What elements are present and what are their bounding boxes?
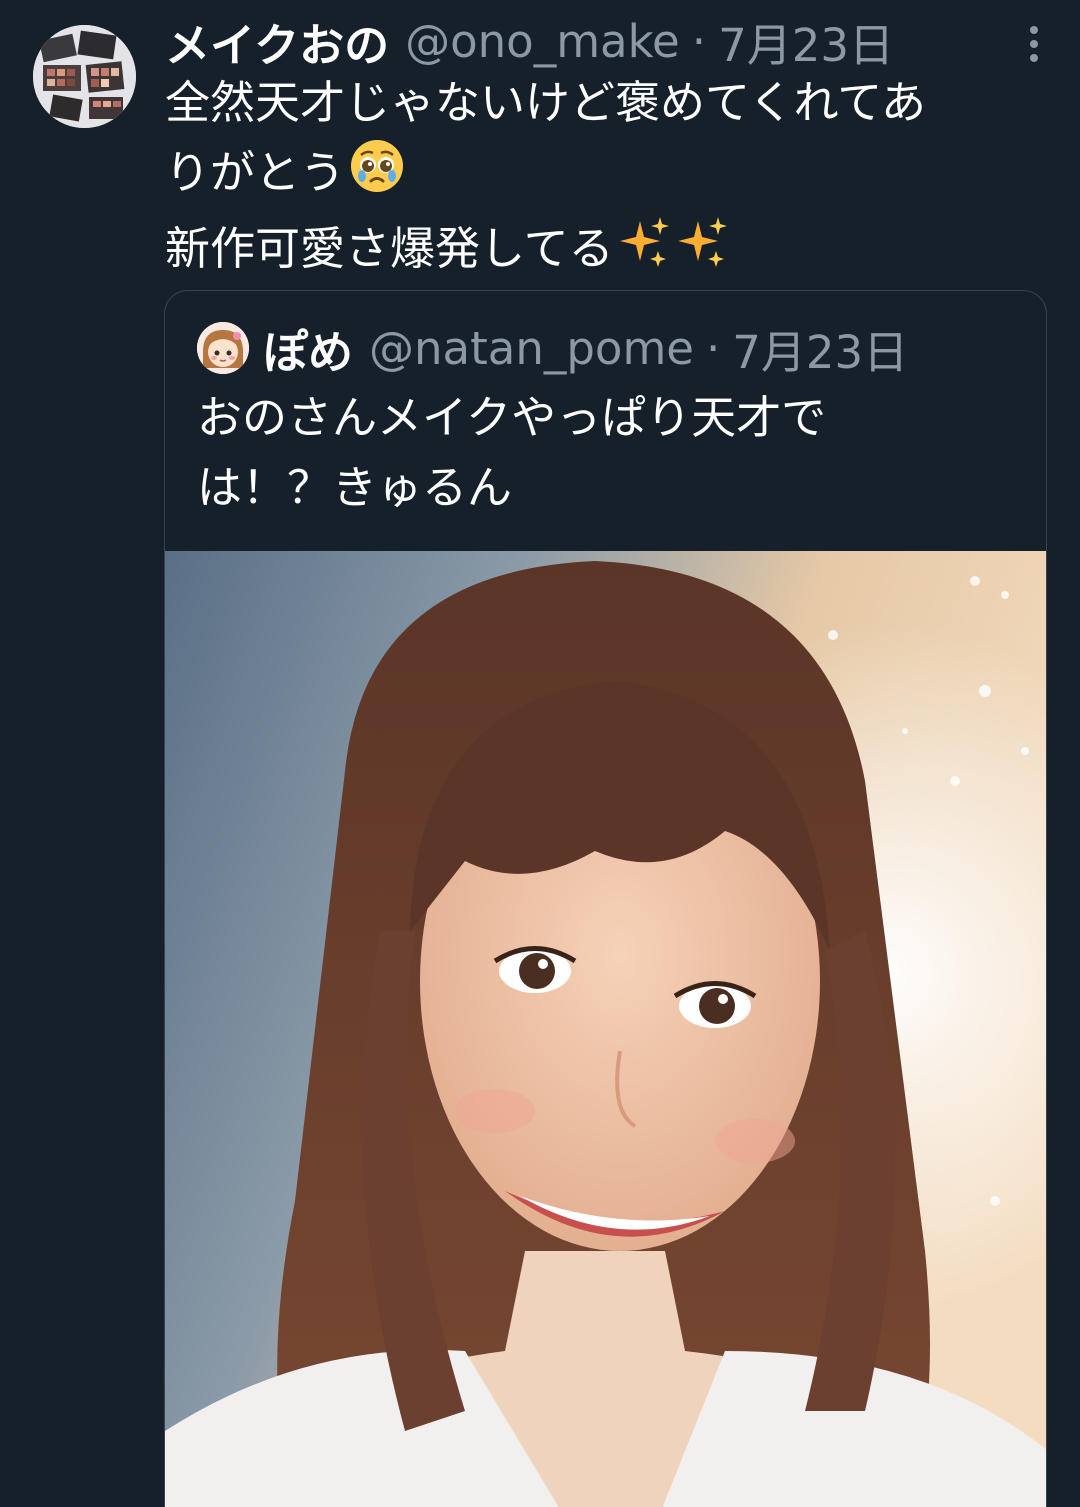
- tweet-text-line-2: りがとう: [165, 146, 346, 199]
- quoted-author-avatar[interactable]: [197, 322, 249, 374]
- makeup-palette-photo: [33, 25, 136, 128]
- sparkles-icon: [676, 215, 730, 289]
- quoted-tweet-card[interactable]: ぽめ @natan_pome · 7月23日 おのさんメイクやっぱり天才で は！…: [164, 290, 1047, 1507]
- tweet-header: メイクおの @ono_make · 7月23日: [165, 6, 894, 76]
- sparkles-icon: [618, 215, 672, 289]
- more-options-button[interactable]: [1014, 22, 1054, 66]
- tweet-text-line-3: 新作可愛さ爆発してる: [165, 222, 614, 275]
- quoted-tweet-text: おのさんメイクやっぱり天才で は！？きゅるん: [197, 383, 1017, 523]
- more-vertical-icon: [1030, 26, 1038, 62]
- pleading-face-icon: [349, 138, 405, 214]
- tweet-text-line-1: 全然天才じゃないけど褒めてくれてあ: [165, 76, 926, 129]
- header-separator: ·: [691, 14, 707, 68]
- author-handle[interactable]: @ono_make: [405, 15, 680, 68]
- quoted-text-line-2: は！？きゅるん: [197, 461, 513, 514]
- quoted-header-separator: ·: [705, 321, 721, 375]
- author-avatar[interactable]: [33, 25, 136, 128]
- tweet[interactable]: メイクおの @ono_make · 7月23日 全然天才じゃないけど褒めてくれて…: [0, 0, 1080, 1507]
- cartoon-girl-avatar: [197, 322, 249, 374]
- tweet-text-line: 全然天才じゃないけど褒めてくれてあ: [165, 68, 1025, 138]
- quoted-text-line-1: おのさんメイクやっぱり天才で: [197, 391, 827, 444]
- tweet-text: 全然天才じゃないけど褒めてくれてあ りがとう 新作可愛さ爆発してる: [165, 68, 1025, 289]
- tweet-text-line: りがとう: [165, 138, 1025, 214]
- author-display-name[interactable]: メイクおの: [165, 9, 389, 74]
- tweet-text-line: 新作可愛さ爆発してる: [165, 214, 1025, 289]
- portrait-photo: [165, 551, 1046, 1507]
- tweet-date[interactable]: 7月23日: [718, 9, 894, 74]
- quoted-tweet-photo[interactable]: [165, 551, 1046, 1507]
- quoted-author-handle[interactable]: @natan_pome: [369, 322, 694, 375]
- quoted-author-display-name[interactable]: ぽめ: [263, 316, 353, 381]
- quoted-tweet-header: ぽめ @natan_pome · 7月23日: [197, 313, 908, 383]
- quoted-tweet-date[interactable]: 7月23日: [732, 316, 908, 381]
